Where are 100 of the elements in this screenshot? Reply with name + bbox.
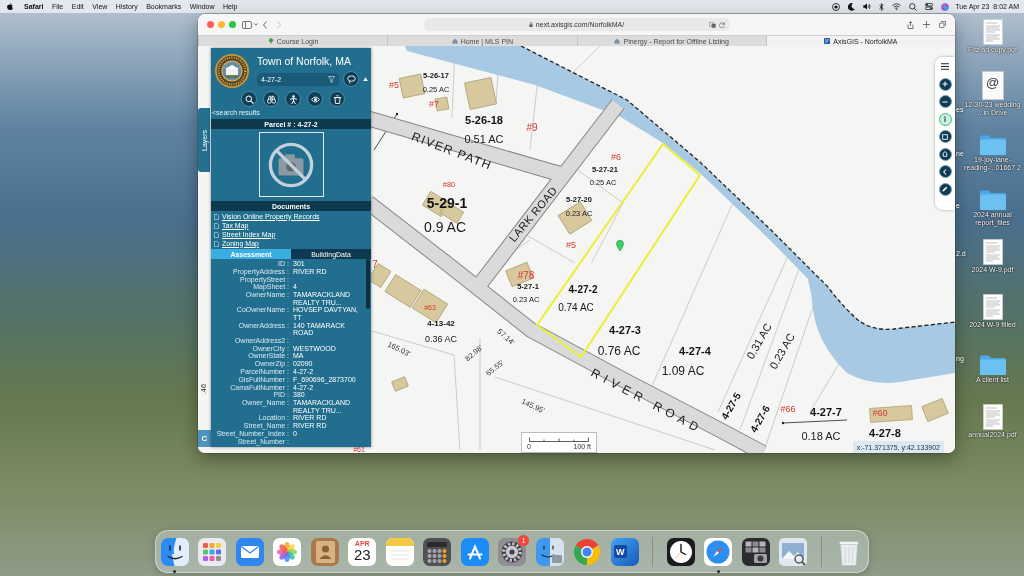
document-thumbnail-icon[interactable] [982,239,1003,265]
face-icon[interactable] [160,537,189,566]
moon-icon[interactable] [848,2,856,11]
location-pin-icon [616,239,624,252]
parcel-acreage: 0.36 AC [425,334,457,344]
icon-letter: W [613,545,627,558]
chevron-left-icon[interactable] [262,20,267,29]
house-number: #5 [566,240,576,250]
record-icon[interactable] [832,2,841,11]
house-number: #78 [517,269,535,281]
plus-icon [942,81,948,87]
binoculars-icon [266,94,276,104]
window-close-button[interactable] [206,21,214,28]
scrollbar[interactable] [366,259,370,309]
caret-up-icon[interactable] [363,76,368,82]
no-photo-icon [268,141,314,188]
parcel-id: 4-13-42 [427,318,455,328]
parcel-id: 4-27-2 [568,283,598,295]
wifi-icon[interactable] [892,3,902,10]
menu-button[interactable] [941,63,949,70]
scale-bar [529,437,589,442]
leader-line [781,419,848,425]
parcel-id: 4-27-3 [609,324,641,336]
document-thumbnail-icon[interactable] [982,294,1003,320]
menu-icon [941,63,949,70]
pencil-icon [942,186,948,192]
parcel-id: 5-29-1 [426,195,468,211]
eye-icon [310,94,320,104]
reload-icon[interactable] [718,21,725,28]
orb-icon[interactable] [941,2,950,11]
pin-icon [267,38,274,44]
trash-button[interactable] [329,91,345,107]
sidebar-icon[interactable] [241,20,252,29]
tabs-overview-icon[interactable] [939,21,946,28]
house-icon [451,38,458,44]
picture-magnifier-icon[interactable] [779,537,808,566]
lock-icon [528,21,533,28]
parcel-id: 4-27-8 [869,427,901,439]
folder-icon[interactable] [979,190,1006,210]
binoculars-button[interactable] [263,91,279,107]
minus-icon [942,98,948,105]
parcel-acreage: 1.09 AC [661,364,705,378]
envelope-icon[interactable] [235,537,264,566]
circle-logo-icon[interactable] [573,537,602,566]
building [869,405,913,423]
document-thumbnail-icon[interactable] [982,404,1003,430]
building [391,376,409,392]
apple-icon[interactable] [7,3,13,10]
share-icon[interactable] [907,20,914,29]
previous-extent-button[interactable] [938,165,952,178]
bluetooth-icon[interactable] [879,2,885,11]
trash-icon [332,94,342,104]
home-button[interactable] [938,147,952,161]
w-document-icon[interactable]: W [610,537,639,566]
parcel-id: 5-26-18 [465,114,503,126]
calculator-icon[interactable] [423,537,452,566]
house-number: #9 [526,121,538,133]
pencil-a-icon[interactable] [460,537,489,566]
caret-down-icon[interactable] [253,23,258,26]
toggles-icon[interactable] [925,3,934,10]
house-icon [614,38,621,44]
folder-icon[interactable] [979,355,1006,375]
house-number: #60 [872,408,888,418]
clock-icon[interactable] [666,537,695,566]
translate-icon[interactable] [708,21,716,28]
eye-button[interactable] [307,91,323,107]
camera-icon[interactable] [741,537,770,566]
filter-icon[interactable] [328,75,335,83]
document-icon[interactable]: @ [981,71,1004,100]
gear-icon[interactable] [498,537,527,566]
calendar-day: 23 [353,546,371,563]
house-number: #7 [429,99,439,109]
at-sign: @ [985,76,1000,92]
flower-icon[interactable] [273,537,302,566]
measure-button[interactable] [938,182,952,196]
zoom-out-button[interactable] [938,95,952,108]
plus-icon[interactable] [923,21,930,28]
person-button[interactable] [285,91,301,107]
building [464,77,497,110]
parcel-acreage: 0.74 AC [558,301,594,313]
search-button[interactable] [241,91,257,107]
town-seal-icon [215,54,249,88]
full-extent-button[interactable] [938,130,952,143]
house-number: #5 [389,80,399,90]
house-number: #66 [780,404,796,414]
speaker-icon[interactable] [863,3,872,10]
parcel-acreage: 0.51 AC [464,133,504,145]
lasso-select-button[interactable] [343,71,359,87]
app-grid-icon[interactable] [198,537,227,566]
document-thumbnail-icon[interactable] [982,19,1003,45]
house-number: #6 [611,152,621,162]
address-book-icon[interactable] [310,537,339,566]
zoom-in-button[interactable] [938,77,952,91]
person-icon [288,94,298,104]
compass-icon[interactable] [704,537,733,566]
search-icon[interactable] [909,2,918,11]
search-icon [244,94,254,104]
chevron-left-icon [942,168,948,175]
face-with-box-icon[interactable] [535,537,564,566]
info-icon [942,116,948,122]
